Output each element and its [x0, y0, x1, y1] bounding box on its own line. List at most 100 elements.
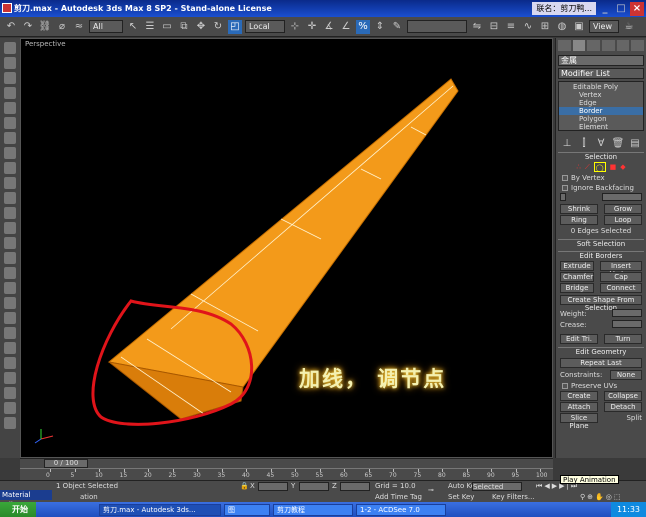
material-editor-taskbutton[interactable]: Material Edit...: [0, 490, 52, 509]
cone-icon[interactable]: [4, 192, 16, 204]
zoom-all-icon[interactable]: ⊕: [587, 493, 595, 501]
tab-hierarchy[interactable]: [587, 40, 601, 51]
pan-icon[interactable]: ✋: [595, 493, 606, 501]
scale-icon[interactable]: ◰: [228, 19, 242, 34]
crease-spinner[interactable]: [612, 320, 642, 328]
utilities-icon[interactable]: [4, 117, 16, 129]
shrink-button[interactable]: Shrink: [560, 204, 598, 214]
connect-button[interactable]: Connect: [600, 283, 642, 293]
tube-icon[interactable]: [4, 207, 16, 219]
hierarchy-icon[interactable]: [4, 72, 16, 84]
selection-rollout-title[interactable]: Selection: [558, 152, 644, 161]
edit-tri-button[interactable]: Edit Tri.: [560, 334, 598, 344]
z-coord-field[interactable]: [340, 482, 370, 491]
cap-button[interactable]: Cap: [600, 272, 642, 282]
scatter-icon[interactable]: [4, 357, 16, 369]
split-label[interactable]: Split: [626, 413, 642, 423]
spinner-snap-icon[interactable]: ⇕: [373, 20, 387, 34]
select-by-name-icon[interactable]: ☰: [143, 20, 157, 34]
polygon-level-icon[interactable]: ■: [610, 162, 617, 172]
object-name-field[interactable]: 金属: [558, 55, 644, 66]
undo-icon[interactable]: ↶: [4, 20, 18, 34]
extrude-button[interactable]: Extrude: [560, 261, 594, 271]
detach-button[interactable]: Detach: [604, 402, 642, 412]
orbit-icon[interactable]: ◎: [606, 493, 614, 501]
minimize-icon[interactable]: _: [598, 2, 612, 16]
tab-create[interactable]: [558, 40, 571, 51]
modifier-list-select[interactable]: Modifier List: [558, 68, 644, 79]
percent-snap-icon[interactable]: %: [356, 19, 370, 34]
crossing-icon[interactable]: ⧉: [177, 20, 191, 34]
rect-select-icon[interactable]: ▭: [160, 20, 174, 34]
torus-icon[interactable]: [4, 162, 16, 174]
taskbar-item[interactable]: 1-2 - ACDSee 7.0: [356, 503, 446, 516]
tab-motion[interactable]: [602, 40, 615, 51]
stack-item-selected[interactable]: Border: [559, 107, 643, 115]
create-icon[interactable]: [4, 42, 16, 54]
pivot-icon[interactable]: ⊹: [288, 20, 302, 34]
edit-borders-rollout-title[interactable]: Edit Borders: [558, 251, 644, 260]
remove-modifier-icon[interactable]: 🗑: [611, 137, 625, 151]
pyramid-icon[interactable]: [4, 222, 16, 234]
y-coord-field[interactable]: [299, 482, 329, 491]
element-level-icon[interactable]: ◆: [620, 162, 625, 172]
boolean-icon[interactable]: [4, 327, 16, 339]
stack-item[interactable]: Polygon: [559, 115, 643, 123]
material-editor-icon[interactable]: ◍: [555, 20, 569, 34]
ring-button[interactable]: Ring: [560, 215, 598, 225]
pin-stack-icon[interactable]: ⊥: [560, 137, 574, 151]
angle-snap-icon[interactable]: ∠: [339, 20, 353, 34]
threshold-spinner[interactable]: [602, 193, 642, 201]
configure-sets-icon[interactable]: ▤: [628, 137, 642, 151]
edit-named-selections-icon[interactable]: ✎: [390, 20, 404, 34]
turn-button[interactable]: Turn: [604, 334, 642, 344]
collapse-button[interactable]: Collapse: [604, 391, 642, 401]
show-end-result-icon[interactable]: ⫿: [577, 137, 591, 151]
manipulate-icon[interactable]: ✛: [305, 20, 319, 34]
cylinder-icon[interactable]: [4, 147, 16, 159]
stack-item[interactable]: Vertex: [559, 91, 643, 99]
layer-manager-icon[interactable]: ≡: [504, 20, 518, 34]
border-level-icon[interactable]: ◯: [593, 162, 606, 172]
connect-icon[interactable]: [4, 402, 16, 414]
stack-item[interactable]: Element: [559, 123, 643, 131]
render-view-select[interactable]: View: [589, 20, 619, 33]
prev-frame-icon[interactable]: ◀: [544, 482, 551, 490]
move-icon[interactable]: ✥: [194, 20, 208, 34]
motion-icon[interactable]: [4, 87, 16, 99]
bind-spacewarp-icon[interactable]: ≈: [72, 20, 86, 34]
select-link-icon[interactable]: ⛓: [38, 20, 52, 34]
threshold-checkbox[interactable]: [560, 193, 566, 201]
mesher-icon[interactable]: [4, 417, 16, 429]
render-setup-icon[interactable]: ▣: [572, 20, 586, 34]
make-unique-icon[interactable]: ∀: [594, 137, 608, 151]
select-object-icon[interactable]: ↖: [126, 20, 140, 34]
terrain-icon[interactable]: [4, 372, 16, 384]
systems-icon[interactable]: [4, 312, 16, 324]
auto-key-select[interactable]: Selected: [472, 482, 522, 491]
start-button[interactable]: 开始: [0, 502, 36, 517]
helper-icon[interactable]: [4, 282, 16, 294]
reference-coord-select[interactable]: Local: [245, 20, 285, 33]
maximize-viewport-icon[interactable]: ⬚: [614, 493, 623, 501]
create-shape-button[interactable]: Create Shape From Selection: [560, 295, 642, 312]
camera-icon[interactable]: [4, 267, 16, 279]
add-time-tag[interactable]: Add Time Tag: [375, 493, 422, 502]
close-icon[interactable]: ×: [630, 1, 644, 16]
stack-item[interactable]: Edge: [559, 99, 643, 107]
key-filters-button[interactable]: Key Filters...: [492, 493, 535, 502]
display-icon[interactable]: [4, 102, 16, 114]
ignore-backfacing-checkbox[interactable]: Ignore Backfacing: [562, 183, 640, 192]
rotate-icon[interactable]: ↻: [211, 20, 225, 34]
align-icon[interactable]: ⊟: [487, 20, 501, 34]
named-selection-set-select[interactable]: [407, 20, 467, 33]
plane-icon[interactable]: [4, 237, 16, 249]
light-icon[interactable]: [4, 252, 16, 264]
redo-icon[interactable]: ↷: [21, 20, 35, 34]
loft-icon[interactable]: [4, 342, 16, 354]
tab-modify[interactable]: [572, 40, 586, 51]
by-vertex-checkbox[interactable]: By Vertex: [562, 173, 640, 182]
grow-button[interactable]: Grow: [604, 204, 642, 214]
unlink-icon[interactable]: ⌀: [55, 20, 69, 34]
preserve-uvs-checkbox[interactable]: Preserve UVs: [562, 381, 640, 390]
